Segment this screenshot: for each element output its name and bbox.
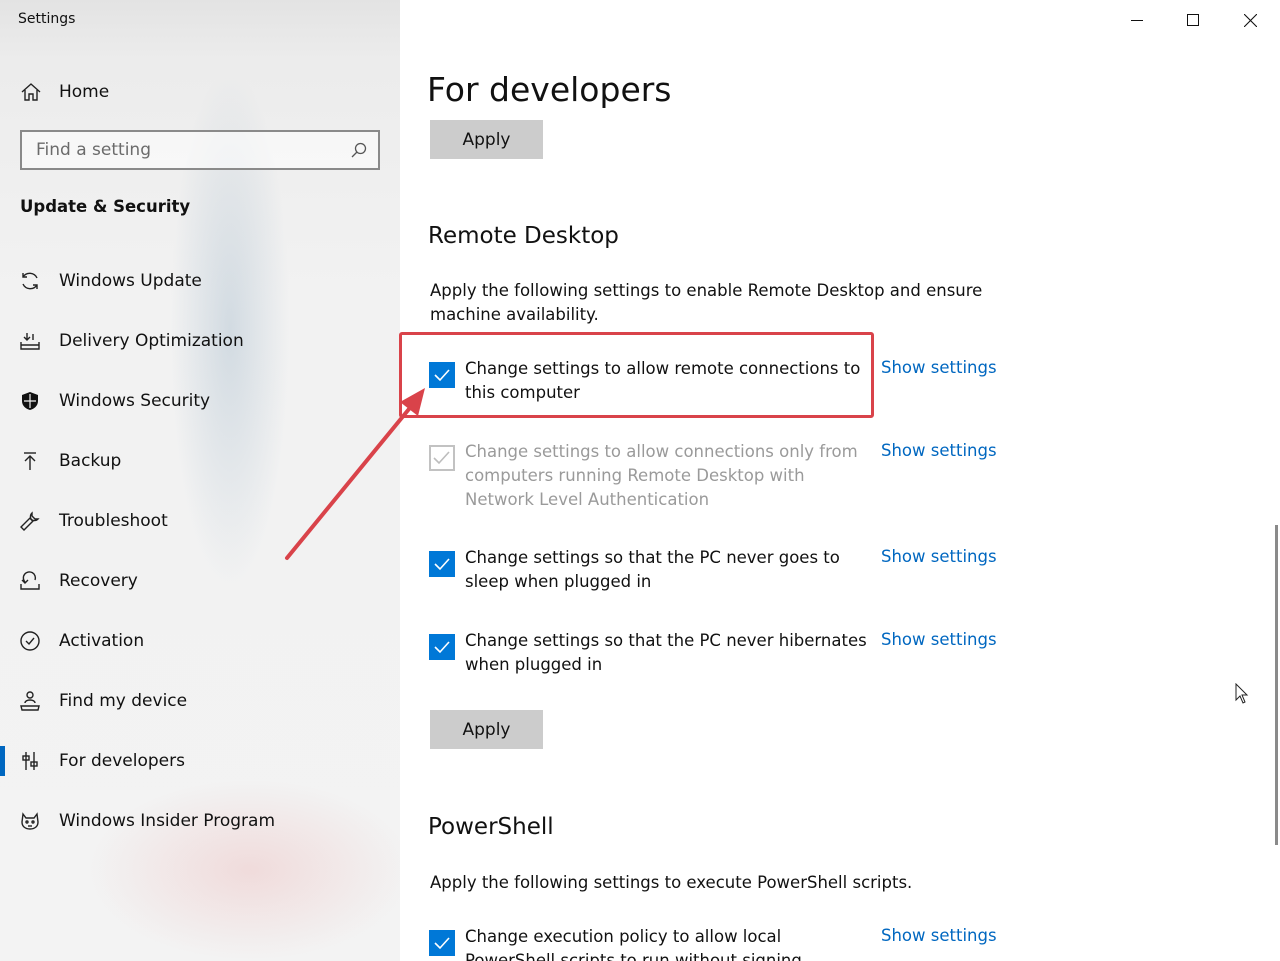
page-title: For developers	[427, 70, 672, 109]
check-circle-icon	[18, 629, 42, 653]
sidebar-item-label: Backup	[59, 451, 122, 471]
mouse-cursor-icon	[1235, 683, 1249, 704]
maximize-icon	[1187, 14, 1199, 26]
developer-sliders-icon	[18, 749, 42, 773]
sidebar-item-windows-update[interactable]: Windows Update	[0, 251, 400, 311]
minimize-button[interactable]	[1109, 0, 1165, 40]
close-icon	[1243, 13, 1257, 27]
sidebar-item-home[interactable]: Home	[0, 70, 400, 114]
remote-desktop-apply-button[interactable]: Apply	[430, 710, 543, 749]
option-label: Change settings so that the PC never hib…	[465, 631, 867, 674]
show-settings-link[interactable]: Show settings	[881, 547, 997, 566]
sidebar-item-label: For developers	[59, 751, 185, 771]
show-settings-link[interactable]: Show settings	[881, 441, 997, 460]
sidebar-item-label: Windows Insider Program	[59, 811, 276, 831]
close-button[interactable]	[1222, 0, 1278, 40]
option-label: Change settings to allow connections onl…	[465, 442, 858, 509]
section-title: Update & Security	[20, 197, 191, 216]
home-icon	[19, 80, 43, 104]
show-settings-link[interactable]: Show settings	[881, 926, 997, 945]
powershell-heading: PowerShell	[428, 814, 554, 840]
backup-arrow-icon	[18, 449, 42, 473]
checkmark-icon	[434, 937, 450, 950]
sidebar-item-label: Delivery Optimization	[59, 331, 244, 351]
search-icon[interactable]	[350, 141, 368, 159]
search-box[interactable]	[20, 130, 380, 170]
shield-icon	[18, 389, 42, 413]
show-settings-link[interactable]: Show settings	[881, 358, 997, 377]
remote-desktop-heading: Remote Desktop	[428, 223, 619, 249]
wrench-icon	[18, 509, 42, 533]
sidebar-item-label: Recovery	[59, 571, 138, 591]
refresh-icon	[18, 269, 42, 293]
sidebar-item-label: Find my device	[59, 691, 188, 711]
annotation-highlight-box	[399, 332, 874, 418]
main-content: For developers Apply Remote Desktop Appl…	[400, 0, 1280, 961]
checkmark-icon	[434, 641, 450, 654]
sidebar-item-find-my-device[interactable]: Find my device	[0, 671, 400, 731]
sidebar-item-label: Windows Security	[59, 391, 211, 411]
delivery-icon	[18, 329, 42, 353]
sidebar-item-label: Activation	[59, 631, 145, 651]
remote-desktop-description: Apply the following settings to enable R…	[430, 281, 983, 324]
apply-button[interactable]: Apply	[430, 120, 543, 159]
maximize-button[interactable]	[1165, 0, 1221, 40]
show-settings-link[interactable]: Show settings	[881, 630, 997, 649]
recovery-icon	[18, 569, 42, 593]
never-hibernate-checkbox[interactable]	[429, 634, 455, 660]
powershell-description: Apply the following settings to execute …	[430, 873, 913, 892]
sidebar-item-activation[interactable]: Activation	[0, 611, 400, 671]
sidebar-item-label: Windows Update	[59, 271, 202, 291]
red-arrow	[285, 388, 425, 560]
search-input[interactable]	[22, 132, 356, 168]
sidebar-item-windows-insider-program[interactable]: Windows Insider Program	[0, 791, 400, 851]
scrollbar[interactable]	[1275, 525, 1278, 845]
option-label: Change settings so that the PC never goe…	[465, 548, 840, 591]
sidebar-item-for-developers[interactable]: For developers	[0, 731, 400, 791]
person-location-icon	[18, 689, 42, 713]
sidebar-item-label: Home	[59, 82, 110, 102]
execution-policy-checkbox[interactable]	[429, 930, 455, 956]
insider-cat-icon	[18, 809, 42, 833]
option-label: Change execution policy to allow local P…	[465, 927, 808, 961]
sidebar-item-label: Troubleshoot	[59, 511, 168, 531]
minimize-icon	[1131, 20, 1143, 21]
app-title: Settings	[18, 11, 76, 27]
sidebar-item-delivery-optimization[interactable]: Delivery Optimization	[0, 311, 400, 371]
